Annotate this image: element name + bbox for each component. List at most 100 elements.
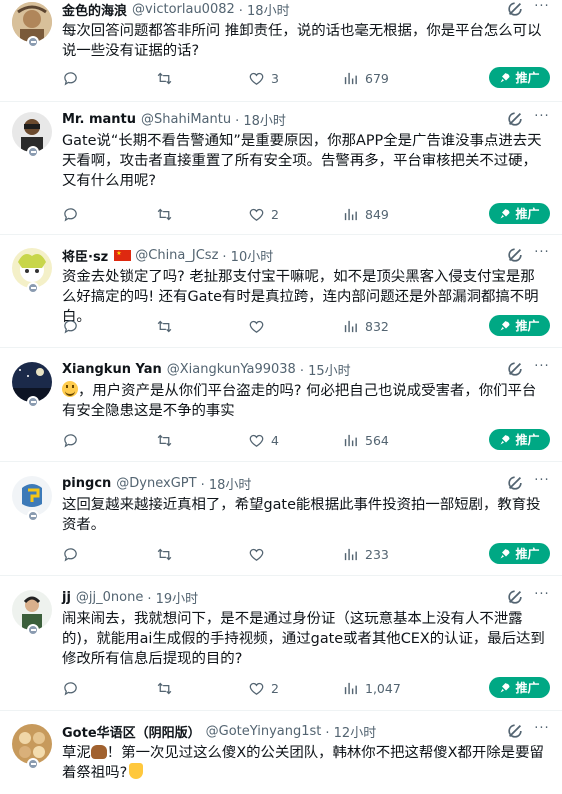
retweet-button[interactable]	[156, 544, 179, 564]
timestamp[interactable]: · 18小时	[239, 0, 290, 19]
like-button[interactable]: 4	[248, 430, 279, 450]
author-handle[interactable]: @China_JCsz	[135, 248, 218, 263]
promote-button[interactable]: 推广	[489, 67, 550, 88]
reply-text: ，用户资产是从你们平台盗走的吗? 何必把自己也说成受害者，你们平台有安全隐患这是…	[62, 381, 537, 419]
promote-button[interactable]: 推广	[489, 203, 550, 224]
subscription-badge	[27, 146, 39, 158]
reply-button[interactable]	[62, 68, 85, 88]
reply-button[interactable]	[62, 430, 85, 450]
rocket-icon	[500, 320, 510, 330]
more-icon[interactable]: ···	[532, 110, 552, 128]
views-icon	[344, 72, 357, 84]
author-handle[interactable]: @ShahiMantu	[141, 112, 231, 127]
rocket-icon	[500, 548, 510, 558]
like-button[interactable]: 2	[248, 678, 279, 698]
author-name[interactable]: jj	[62, 590, 71, 605]
author-name[interactable]: 将臣·sz	[62, 246, 108, 265]
more-icon[interactable]: ···	[532, 588, 552, 606]
subscription-badge	[27, 36, 39, 48]
avatar[interactable]	[12, 112, 54, 160]
reply-card[interactable]: 将臣·sz @China_JCsz · 10小时 ··· 资金去处锁定了吗? 老…	[0, 246, 562, 348]
like-button[interactable]: 2	[248, 204, 279, 224]
promote-button[interactable]: 推广	[489, 677, 550, 698]
retweet-icon	[157, 682, 172, 694]
retweet-icon	[157, 434, 172, 446]
grok-icon[interactable]	[506, 110, 524, 128]
like-button[interactable]	[248, 316, 271, 336]
reply-card[interactable]: Xiangkun Yan @XiangkunYa99038 · 15小时 ···…	[0, 360, 562, 462]
reply-card[interactable]: Mr. mantu @ShahiMantu · 18小时 ··· Gate说“长…	[0, 110, 562, 235]
reply-button[interactable]	[62, 204, 85, 224]
more-icon[interactable]: ···	[532, 0, 552, 18]
timestamp[interactable]: · 15小时	[300, 360, 351, 379]
reply-button[interactable]	[62, 678, 85, 698]
reply-card[interactable]: jj @jj_0none · 19小时 ··· 闹来闹去，我就想问下，是不是通过…	[0, 588, 562, 711]
retweet-icon	[157, 320, 172, 332]
reply-card[interactable]: 金色的海浪 @victorlau0082 · 18小时 ··· 每次回答问题都答…	[0, 0, 562, 102]
avatar[interactable]	[12, 476, 54, 524]
author-handle[interactable]: @victorlau0082	[132, 2, 235, 17]
more-icon[interactable]: ···	[532, 246, 552, 264]
like-icon	[249, 682, 264, 695]
author-name[interactable]: pingcn	[62, 476, 111, 491]
promote-button[interactable]: 推广	[489, 429, 550, 450]
grok-icon[interactable]	[506, 360, 524, 378]
author-name[interactable]: Gote华语区（阴阳版）	[62, 722, 201, 741]
avatar[interactable]	[12, 2, 54, 50]
retweet-icon	[157, 208, 172, 220]
grok-icon[interactable]	[506, 474, 524, 492]
reply-icon	[64, 207, 77, 222]
author-name[interactable]: Xiangkun Yan	[62, 362, 162, 377]
author-name[interactable]: Mr. mantu	[62, 112, 136, 127]
reply-card[interactable]: Gote华语区（阴阳版） @GoteYinyang1st · 12小时 ··· …	[0, 722, 562, 794]
views-icon	[344, 320, 357, 332]
retweet-button[interactable]	[156, 430, 179, 450]
timestamp[interactable]: · 19小时	[147, 588, 198, 607]
more-icon[interactable]: ···	[532, 360, 552, 378]
views-button[interactable]: 233	[342, 544, 389, 564]
timestamp[interactable]: · 10小时	[222, 246, 273, 265]
reply-icon	[64, 547, 77, 562]
grok-icon[interactable]	[506, 0, 524, 18]
reply-card[interactable]: pingcn @DynexGPT · 18小时 ··· 这回复越来越接近真相了，…	[0, 474, 562, 576]
reply-button[interactable]	[62, 544, 85, 564]
rocket-icon	[500, 72, 510, 82]
views-button[interactable]: 832	[342, 316, 389, 336]
grok-icon[interactable]	[506, 722, 524, 740]
retweet-button[interactable]	[156, 68, 179, 88]
author-handle[interactable]: @XiangkunYa99038	[167, 362, 296, 377]
retweet-button[interactable]	[156, 204, 179, 224]
like-icon	[249, 72, 264, 85]
subscription-badge	[27, 282, 39, 294]
china-flag-icon	[114, 249, 132, 261]
avatar[interactable]	[12, 248, 54, 296]
avatar[interactable]	[12, 362, 54, 410]
subscription-badge	[27, 510, 39, 522]
like-button[interactable]: 3	[248, 68, 279, 88]
promote-button[interactable]: 推广	[489, 315, 550, 336]
author-handle[interactable]: @GoteYinyang1st	[206, 724, 322, 739]
avatar[interactable]	[12, 724, 54, 772]
timestamp[interactable]: · 12小时	[325, 722, 376, 741]
author-name[interactable]: 金色的海浪	[62, 0, 127, 19]
grok-icon[interactable]	[506, 246, 524, 264]
views-button[interactable]: 679	[342, 68, 389, 88]
more-icon[interactable]: ···	[532, 474, 552, 492]
author-handle[interactable]: @jj_0none	[76, 590, 143, 605]
views-button[interactable]: 1,047	[342, 678, 401, 698]
promote-button[interactable]: 推广	[489, 543, 550, 564]
retweet-button[interactable]	[156, 316, 179, 336]
avatar[interactable]	[12, 590, 54, 638]
author-handle[interactable]: @DynexGPT	[116, 476, 196, 491]
retweet-button[interactable]	[156, 678, 179, 698]
views-button[interactable]: 849	[342, 204, 389, 224]
reply-button[interactable]	[62, 316, 85, 336]
rocket-icon	[500, 434, 510, 444]
rocket-icon	[500, 682, 510, 692]
like-button[interactable]	[248, 544, 271, 564]
more-icon[interactable]: ···	[532, 722, 552, 740]
timestamp[interactable]: · 18小时	[235, 110, 286, 129]
views-button[interactable]: 564	[342, 430, 389, 450]
grok-icon[interactable]	[506, 588, 524, 606]
timestamp[interactable]: · 18小时	[201, 474, 252, 493]
